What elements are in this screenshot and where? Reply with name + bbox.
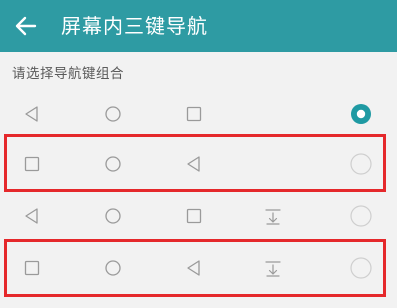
home-circle-icon <box>103 251 123 285</box>
arrow-left-icon[interactable] <box>10 10 42 42</box>
home-circle-icon <box>103 147 123 181</box>
home-circle-icon <box>103 97 123 131</box>
radio-unselected[interactable] <box>349 204 373 228</box>
radio-unselected[interactable] <box>349 152 373 176</box>
section-label: 请选择导航键组合 <box>12 66 124 82</box>
radio-selected[interactable] <box>349 102 373 126</box>
back-triangle-icon <box>22 97 42 131</box>
home-circle-icon <box>103 199 123 233</box>
page-title: 屏幕内三键导航 <box>61 14 208 38</box>
app-bar: 屏幕内三键导航 <box>0 0 397 52</box>
nav-combo-option-4[interactable] <box>0 251 397 285</box>
radio-unselected[interactable] <box>349 256 373 280</box>
nav-combo-option-1[interactable] <box>0 97 397 131</box>
recent-square-icon <box>22 251 42 285</box>
recent-square-icon <box>184 199 204 233</box>
nav-combo-option-3[interactable] <box>0 199 397 233</box>
notification-pull-down-icon <box>263 199 283 233</box>
nav-combo-option-2[interactable] <box>0 147 397 181</box>
recent-square-icon <box>22 147 42 181</box>
back-triangle-icon <box>22 199 42 233</box>
recent-square-icon <box>184 97 204 131</box>
notification-pull-down-icon <box>263 251 283 285</box>
back-triangle-icon <box>184 147 204 181</box>
back-triangle-icon <box>184 251 204 285</box>
